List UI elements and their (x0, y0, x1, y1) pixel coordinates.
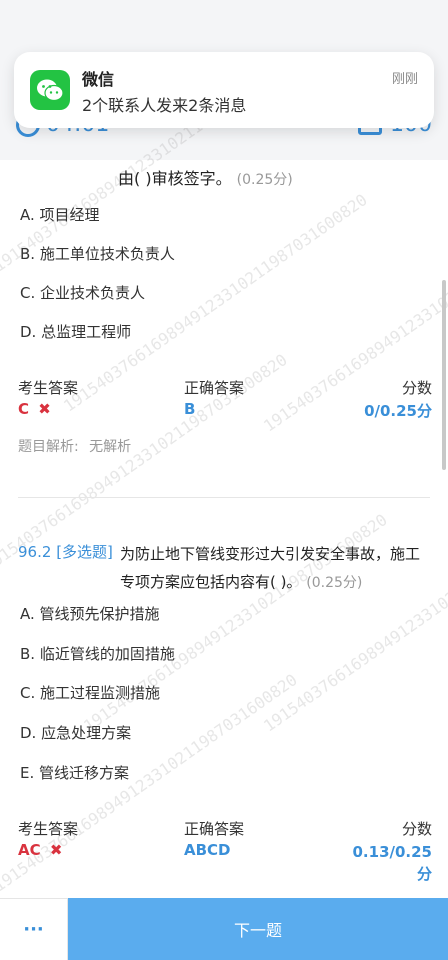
question-number: 96.2 [多选题] (18, 541, 113, 562)
correct-answer-label: 正确答案 (184, 379, 245, 397)
question-type: [多选题] (56, 543, 113, 561)
score-label: 分数 (401, 820, 432, 838)
question-number-value: 96.2 (18, 543, 52, 561)
notification-time: 刚刚 (391, 72, 418, 87)
your-answer-label: 考生答案 (18, 379, 79, 397)
score-value: 0.13/0.25 分 (353, 841, 433, 885)
your-answer-value: C ✖ (18, 400, 51, 418)
next-question-button[interactable]: 下一题 (68, 898, 448, 960)
analysis-value: 无解析 (89, 439, 132, 455)
option-d: D. 总监理工程师 (20, 323, 132, 341)
analysis: 题目解析: 无解析 (18, 436, 131, 456)
question-text: 由( )审核签字。 (118, 169, 232, 188)
option-b: B. 施工单位技术负责人 (20, 245, 175, 263)
wechat-icon (30, 70, 70, 110)
notification-app-name: 微信 (82, 70, 115, 89)
analysis-label: 题目解析: (18, 439, 79, 455)
bottom-bar: ··· 下一题 (0, 898, 448, 960)
scrollbar[interactable] (442, 280, 446, 470)
question-text: 为防止地下管线变形过大引发安全事故，施工专项方案应包括内容有( )。 (120, 545, 421, 591)
your-answer-text: AC (18, 841, 41, 859)
option-a: A. 管线预先保护措施 (20, 605, 160, 623)
correct-answer-value: ABCD (184, 841, 231, 859)
option-a: A. 项目经理 (20, 206, 100, 224)
option-d: D. 应急处理方案 (20, 724, 132, 742)
score-value: 0/0.25分 (364, 402, 432, 420)
question-score: (0.25分) (236, 172, 293, 188)
option-c: C. 施工过程监测措施 (20, 684, 161, 702)
correct-answer-label: 正确答案 (184, 820, 245, 838)
your-answer-label: 考生答案 (18, 820, 79, 838)
option-c: C. 企业技术负责人 (20, 284, 146, 302)
question-text-tail: 由( )审核签字。 (0.25分) (118, 165, 293, 189)
option-b: B. 临近管线的加固措施 (20, 645, 175, 663)
your-answer-value: AC ✖ (18, 841, 62, 859)
question-body: 为防止地下管线变形过大引发安全事故，施工专项方案应包括内容有( )。 (0.25… (120, 540, 432, 597)
your-answer-text: C (18, 400, 30, 418)
score-number: 0.13/0.25 (352, 843, 433, 861)
wrong-icon: ✖ (38, 400, 51, 418)
notification-message: 2个联系人发来2条消息 (82, 96, 247, 115)
option-e: E. 管线迁移方案 (20, 764, 130, 782)
wrong-icon: ✖ (49, 841, 63, 859)
divider (18, 497, 430, 498)
score-unit: 分 (416, 865, 432, 883)
question-score: (0.25分) (306, 575, 363, 591)
more-button[interactable]: ··· (0, 898, 68, 960)
correct-answer-value: B (184, 400, 196, 418)
score-label: 分数 (401, 379, 432, 397)
wechat-notification[interactable]: 微信 2个联系人发来2条消息 刚刚 (14, 52, 434, 128)
